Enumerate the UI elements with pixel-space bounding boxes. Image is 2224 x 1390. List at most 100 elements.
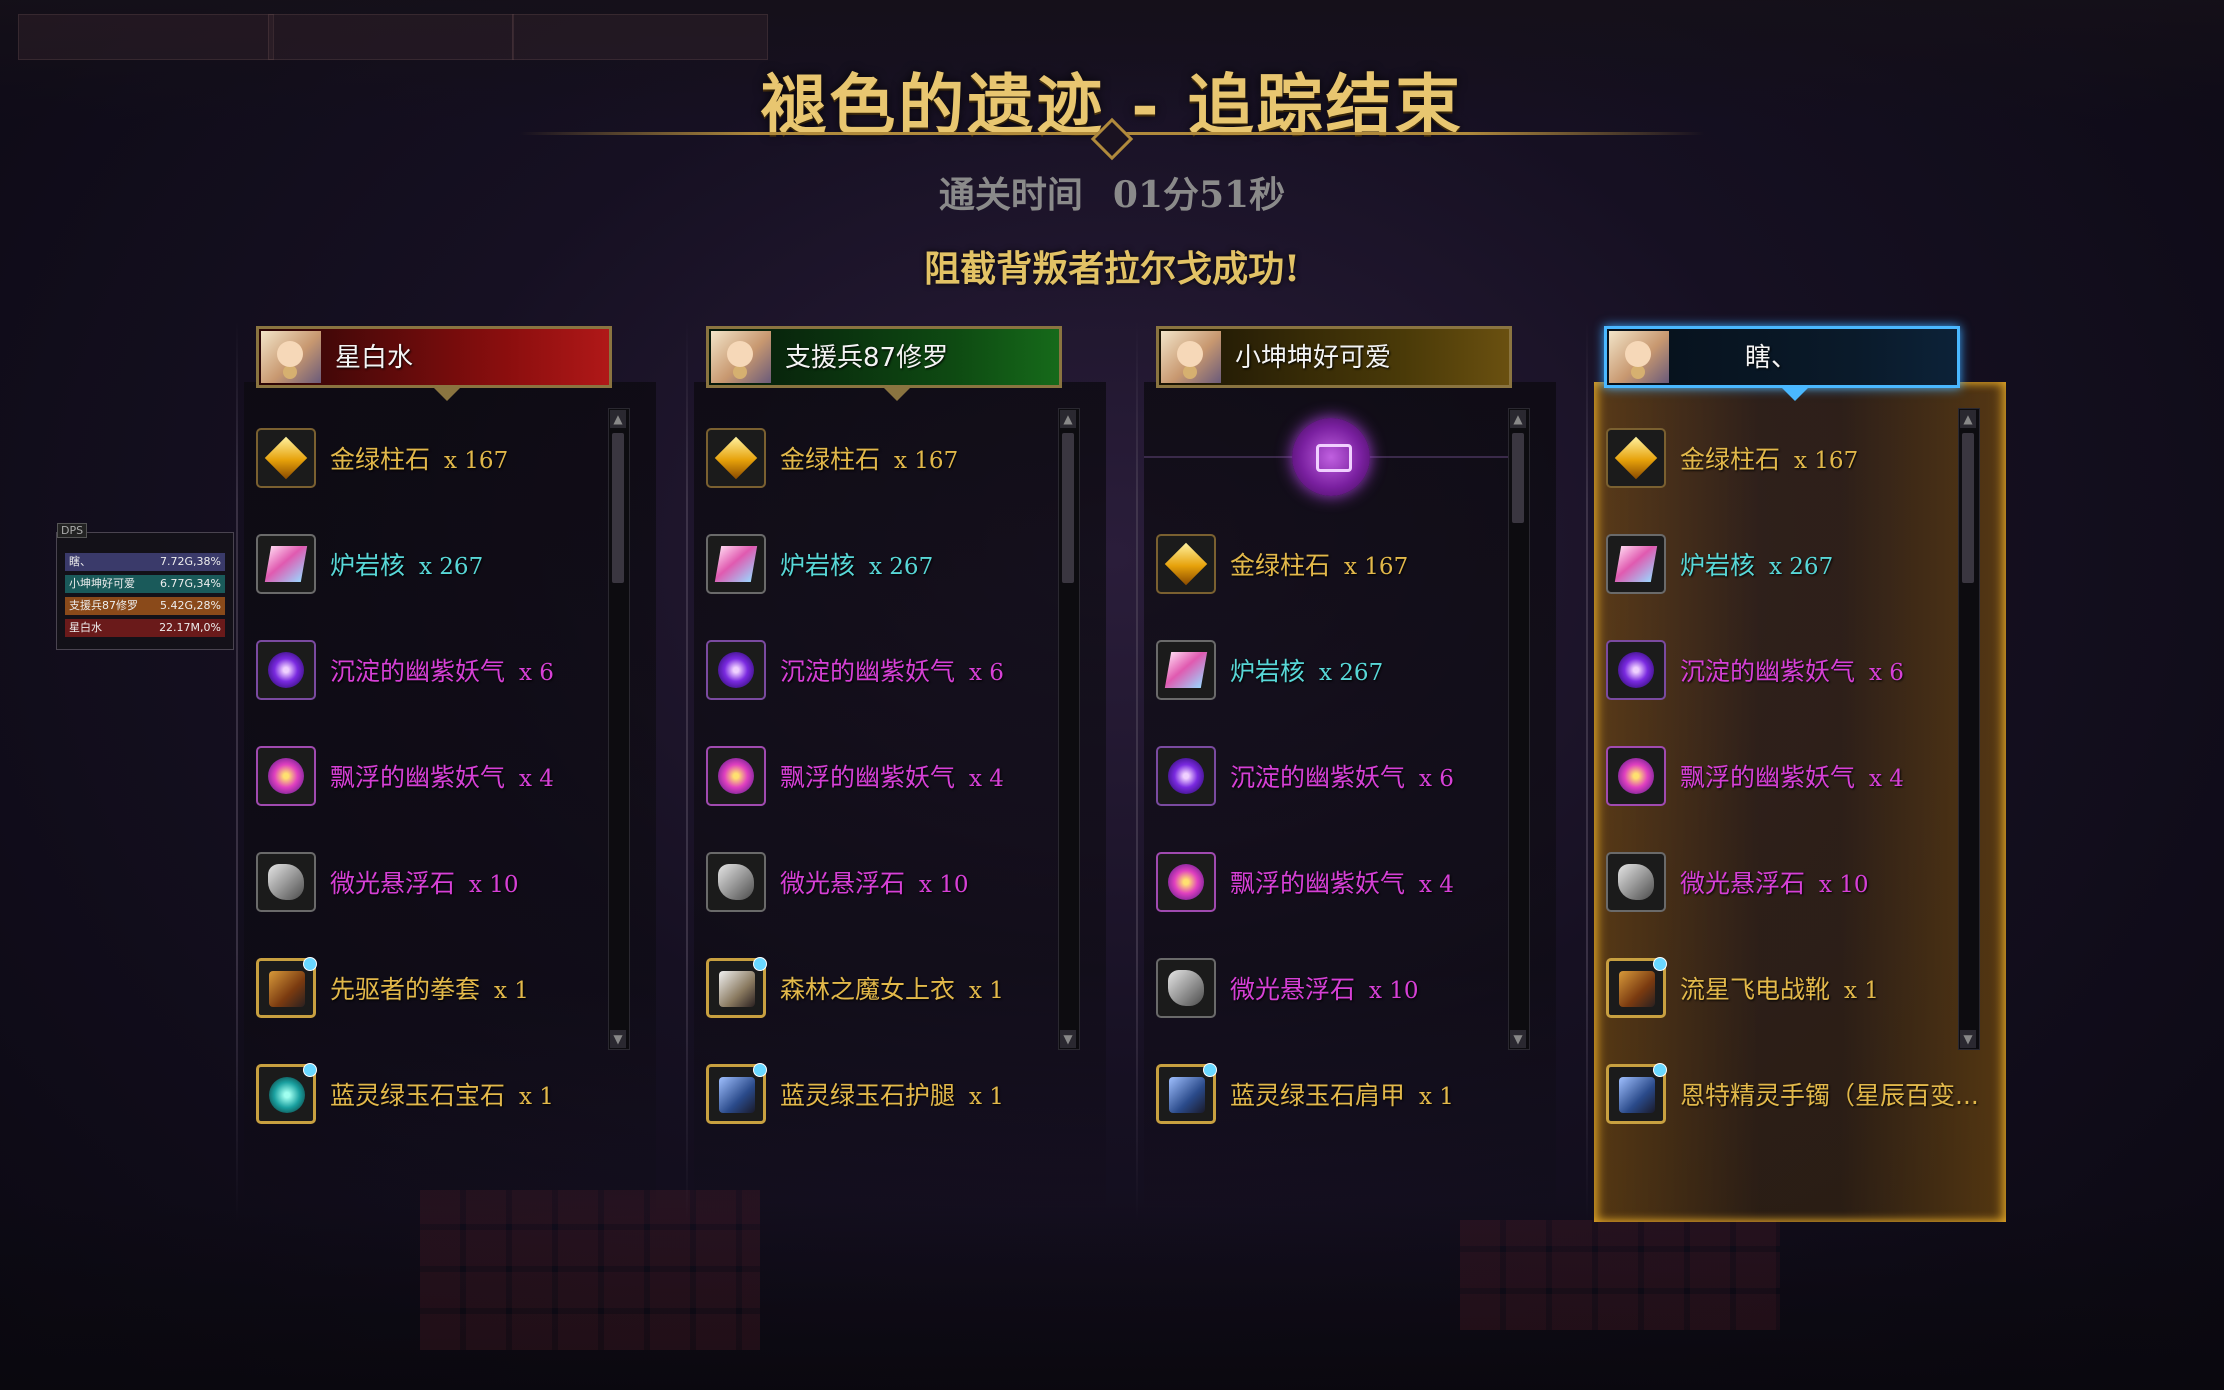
item-name: 微光悬浮石: [330, 869, 456, 898]
dps-row: 星白水 22.17M,0%: [65, 619, 225, 637]
loot-item[interactable]: 炉岩核 x 267: [1156, 638, 1516, 708]
pink-orb-icon: [256, 746, 316, 806]
item-quantity: x 267: [869, 554, 934, 580]
scroll-down-icon[interactable]: ▼: [610, 1030, 626, 1048]
loot-scrollbar[interactable]: ▲ ▼: [1058, 408, 1080, 1050]
item-quantity: x 10: [1819, 872, 1869, 898]
purple-orb-icon: [1156, 746, 1216, 806]
boots-icon: [1606, 957, 1667, 1018]
loot-item[interactable]: 沉淀的幽紫妖气 x 6: [256, 638, 616, 708]
purple-orb-icon: [706, 640, 766, 700]
loot-item[interactable]: 金绿柱石 x 167: [1606, 426, 1966, 496]
loot-item[interactable]: 飘浮的幽紫妖气 x 4: [706, 744, 1066, 814]
player-name: 支援兵87修罗: [785, 343, 949, 373]
loot-scrollbar[interactable]: ▲ ▼: [1958, 408, 1980, 1050]
loot-item[interactable]: 微光悬浮石 x 10: [706, 850, 1066, 920]
player-avatar: [711, 331, 771, 383]
item-quantity: x 267: [1769, 554, 1834, 580]
player-loot-column: 支援兵87修罗 金绿柱石 x 167 炉岩核 x 267 沉淀的幽紫妖气 x 6 飘浮…: [686, 322, 1106, 1222]
player-header: 小坤坤好可爱: [1156, 326, 1512, 388]
scroll-thumb[interactable]: [1962, 433, 1974, 583]
loot-item[interactable]: 沉淀的幽紫妖气 x 6: [706, 638, 1066, 708]
item-quantity: x 1: [1844, 978, 1879, 1004]
item-quantity: x 4: [1419, 872, 1454, 898]
loot-item[interactable]: 蓝灵绿玉石宝石 x 1: [256, 1062, 616, 1132]
scroll-thumb[interactable]: [612, 433, 624, 583]
loot-item[interactable]: 微光悬浮石 x 10: [1606, 850, 1966, 920]
scroll-up-icon[interactable]: ▲: [1960, 410, 1976, 428]
loot-item[interactable]: 先驱者的拳套 x 1: [256, 956, 616, 1026]
loot-item[interactable]: 蓝灵绿玉石肩甲 x 1: [1156, 1062, 1516, 1132]
item-name: 蓝灵绿玉石护腿: [780, 1081, 956, 1110]
player-loot-column: 小坤坤好可爱 金绿柱石 x 167 炉岩核 x 267 沉淀的幽紫妖气 x 6 飘浮的…: [1136, 322, 1556, 1222]
item-name: 沉淀的幽紫妖气: [330, 657, 506, 686]
player-header: 星白水: [256, 326, 612, 401]
loot-item[interactable]: 炉岩核 x 267: [706, 532, 1066, 602]
pink-orb-icon: [1156, 852, 1216, 912]
gold-gem-icon: [256, 428, 316, 488]
loot-item[interactable]: 蓝灵绿玉石护腿 x 1: [706, 1062, 1066, 1132]
dps-value: 6.77G,34%: [160, 577, 221, 590]
scroll-down-icon[interactable]: ▼: [1960, 1030, 1976, 1048]
dps-player-name: 支援兵87修罗: [69, 599, 138, 612]
scroll-thumb[interactable]: [1512, 433, 1524, 523]
loot-item[interactable]: 微光悬浮石 x 10: [1156, 956, 1516, 1026]
chest-icon[interactable]: [1292, 418, 1370, 496]
loot-item[interactable]: 恩特精灵手镯（星辰百变...: [1606, 1062, 1979, 1132]
loot-item[interactable]: 飘浮的幽紫妖气 x 4: [1606, 744, 1966, 814]
item-name: 流星飞电战靴: [1680, 975, 1831, 1004]
scroll-down-icon[interactable]: ▼: [1060, 1030, 1076, 1048]
item-name: 金绿柱石: [780, 445, 881, 474]
purple-orb-icon: [1606, 640, 1666, 700]
item-name: 飘浮的幽紫妖气: [1230, 869, 1406, 898]
item-name: 飘浮的幽紫妖气: [1680, 763, 1856, 792]
crystal-icon: [256, 534, 316, 594]
item-name: 飘浮的幽紫妖气: [780, 763, 956, 792]
loot-item[interactable]: 森林之魔女上衣 x 1: [706, 956, 1066, 1026]
loot-item[interactable]: 流星飞电战靴 x 1: [1606, 956, 1966, 1026]
item-name: 炉岩核: [1230, 657, 1306, 686]
item-quantity: x 4: [519, 766, 554, 792]
loot-item[interactable]: 微光悬浮石 x 10: [256, 850, 616, 920]
stone-icon: [1156, 958, 1216, 1018]
scroll-up-icon[interactable]: ▲: [1510, 410, 1526, 428]
item-quantity: x 267: [1319, 660, 1384, 686]
loot-item[interactable]: 沉淀的幽紫妖气 x 6: [1606, 638, 1966, 708]
loot-item[interactable]: 沉淀的幽紫妖气 x 6: [1156, 744, 1516, 814]
player-loot-column: 瞎、 金绿柱石 x 167 炉岩核 x 267 沉淀的幽紫妖气 x 6 飘浮的幽紫妖气…: [1586, 322, 2006, 1222]
dps-row: 小坤坤好可爱 6.77G,34%: [65, 575, 225, 593]
dps-value: 5.42G,28%: [160, 599, 221, 612]
item-name: 沉淀的幽紫妖气: [1680, 657, 1856, 686]
player-name: 小坤坤好可爱: [1235, 343, 1392, 373]
loot-scrollbar[interactable]: ▲ ▼: [608, 408, 630, 1050]
loot-item[interactable]: 飘浮的幽紫妖气 x 4: [1156, 850, 1516, 920]
loot-item[interactable]: 金绿柱石 x 167: [256, 426, 616, 496]
purple-orb-icon: [256, 640, 316, 700]
loot-item[interactable]: 金绿柱石 x 167: [706, 426, 1066, 496]
item-quantity: x 1: [494, 978, 529, 1004]
crystal-icon: [1156, 640, 1216, 700]
clear-time: 通关时间 01分51秒: [0, 166, 2224, 218]
loot-scrollbar[interactable]: ▲ ▼: [1508, 408, 1530, 1050]
item-quantity: x 10: [1369, 978, 1419, 1004]
loot-item[interactable]: 飘浮的幽紫妖气 x 4: [256, 744, 616, 814]
item-name: 蓝灵绿玉石宝石: [330, 1081, 506, 1110]
loot-item[interactable]: 金绿柱石 x 167: [1156, 532, 1516, 602]
column-divider: [236, 322, 238, 1222]
item-quantity: x 10: [469, 872, 519, 898]
gauntlet-icon: [256, 957, 317, 1018]
scroll-up-icon[interactable]: ▲: [1060, 410, 1076, 428]
item-quantity: x 167: [894, 448, 959, 474]
scroll-up-icon[interactable]: ▲: [610, 410, 626, 428]
dps-meter[interactable]: DPS 瞎、 7.72G,38% 小坤坤好可爱 6.77G,34% 支援兵87修…: [56, 523, 234, 650]
player-avatar: [1161, 331, 1221, 383]
shoulder-armor-icon: [1156, 1063, 1217, 1124]
item-name: 森林之魔女上衣: [780, 975, 956, 1004]
item-name: 金绿柱石: [1230, 551, 1331, 580]
loot-item[interactable]: 炉岩核 x 267: [1606, 532, 1966, 602]
scroll-down-icon[interactable]: ▼: [1510, 1030, 1526, 1048]
item-quantity: x 1: [969, 1084, 1004, 1110]
scroll-thumb[interactable]: [1062, 433, 1074, 583]
loot-item[interactable]: 炉岩核 x 267: [256, 532, 616, 602]
item-quantity: x 167: [1794, 448, 1859, 474]
